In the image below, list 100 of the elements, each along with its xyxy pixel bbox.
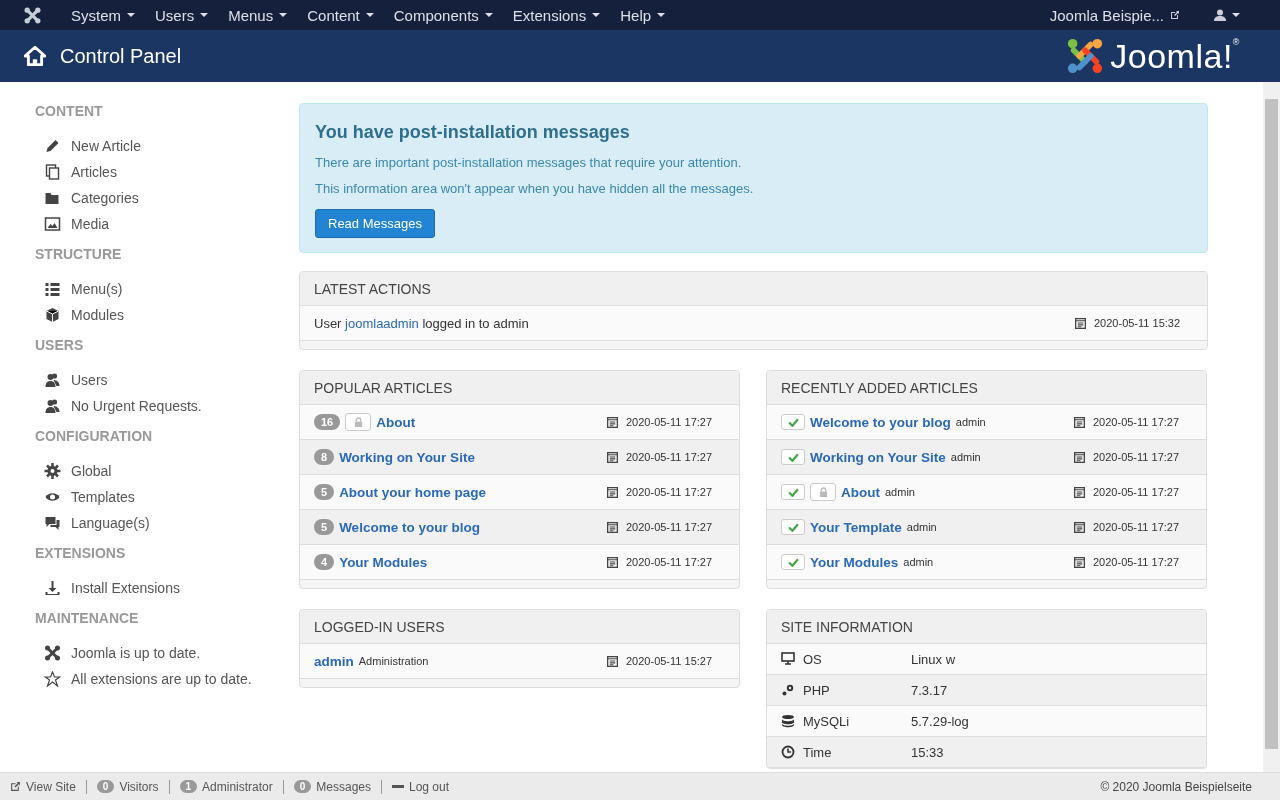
menu-item[interactable]: Components [383, 0, 503, 30]
sidebar-item[interactable]: New Article [35, 133, 299, 159]
cube-icon [44, 307, 61, 323]
sidebar-item[interactable]: Media [35, 211, 299, 237]
hits-badge: 4 [314, 554, 335, 570]
menu-item[interactable]: Users [145, 0, 219, 30]
sidebar-item[interactable]: Menu(s) [35, 276, 299, 302]
menu-item[interactable]: Extensions [502, 0, 611, 30]
copy-icon [44, 164, 61, 180]
panel-title: POPULAR ARTICLES [300, 371, 739, 405]
article-link[interactable]: Your Modules [339, 554, 428, 570]
read-messages-button[interactable]: Read Messages [315, 209, 435, 238]
publish-toggle[interactable] [781, 554, 805, 570]
panel-title: LOGGED-IN USERS [300, 610, 739, 644]
hits-badge: 16 [314, 414, 341, 430]
sidebar-item[interactable]: Categories [35, 185, 299, 211]
pencil-icon [44, 138, 61, 154]
info-label: MySQLi [803, 713, 850, 729]
gears-icon [781, 683, 795, 697]
view-site-link[interactable]: View Site [10, 779, 76, 794]
section-heading: EXTENSIONS [35, 545, 127, 563]
sidebar-item[interactable]: Language(s) [35, 510, 299, 536]
sidebar-item[interactable]: Joomla is up to date. [35, 640, 299, 666]
article-link[interactable]: About your home page [339, 484, 487, 500]
user-link[interactable]: joomlaadmin [345, 315, 419, 331]
article-link[interactable]: Working on Your Site [810, 449, 946, 465]
menu-item[interactable]: Menus [218, 0, 298, 30]
publish-toggle[interactable] [781, 519, 805, 535]
copyright-text: © 2020 Joomla Beispielseite [1100, 779, 1252, 794]
status-counter[interactable]: 0 Messages [293, 779, 371, 794]
caret-icon [484, 13, 493, 17]
caret-icon [127, 13, 135, 17]
menu-item[interactable]: Help [610, 0, 676, 30]
joomla-icon[interactable] [24, 6, 41, 24]
hits-badge: 8 [314, 449, 335, 465]
article-link[interactable]: About [841, 484, 880, 500]
minus-icon [392, 784, 404, 789]
info-value: 7.3.17 [911, 682, 948, 698]
sidebar-item[interactable]: No Urgent Requests. [35, 393, 299, 419]
sidebar-item[interactable]: All extensions are up to date. [35, 666, 299, 692]
sidebar-item[interactable]: Templates [35, 484, 299, 510]
external-link-icon [10, 781, 21, 792]
calendar-icon [1074, 451, 1085, 463]
calendar-icon [1074, 521, 1085, 533]
calendar-icon [607, 521, 618, 533]
author-label: admin [906, 521, 937, 533]
caret-icon [279, 13, 288, 17]
caret-icon [657, 13, 666, 17]
info-value: 5.7.29-log [911, 713, 969, 729]
gear-icon [44, 463, 61, 479]
date-text: 2020-05-11 17:27 [626, 486, 713, 498]
check-icon [787, 522, 799, 532]
date-text: 2020-05-11 17:27 [1093, 521, 1180, 533]
clock-icon [781, 745, 795, 759]
user-icon [1214, 9, 1226, 21]
user-link[interactable]: admin [314, 653, 354, 669]
date-text: 2020-05-11 17:27 [1093, 416, 1180, 428]
hits-badge: 5 [314, 519, 335, 535]
alert-text: There are important post-installation messages that require your attention. [315, 155, 743, 170]
sidebar-item[interactable]: Install Extensions [35, 575, 299, 601]
publish-toggle[interactable] [781, 484, 805, 500]
calendar-icon [607, 416, 618, 428]
publish-toggle[interactable] [781, 414, 805, 430]
article-link[interactable]: Working on Your Site [339, 449, 475, 465]
logo-text: Joomla!$^{®}$ [1110, 36, 1240, 76]
check-icon [787, 452, 799, 462]
author-label: admin [885, 486, 915, 498]
status-counter[interactable]: 0 Visitors [96, 779, 159, 794]
info-label: Time [803, 744, 832, 760]
calendar-icon [607, 655, 618, 667]
calendar-icon [607, 486, 618, 498]
logo-icon [1066, 37, 1105, 75]
sidebar-item[interactable]: Articles [35, 159, 299, 185]
status-counter[interactable]: 1 Administrator [179, 779, 273, 794]
home-icon [24, 46, 46, 66]
article-link[interactable]: Welcome to your blog [339, 519, 480, 535]
calendar-icon [1074, 486, 1085, 498]
article-link[interactable]: Your Modules [810, 554, 899, 570]
calendar-icon [607, 556, 618, 568]
sidebar-item[interactable]: Global [35, 458, 299, 484]
article-link[interactable]: Your Template [810, 519, 902, 535]
logout-link[interactable]: Log out [392, 779, 450, 794]
lock-icon [353, 416, 363, 428]
external-link-icon [1170, 10, 1180, 20]
date-text: 2020-05-11 17:27 [626, 521, 713, 533]
sidebar-item[interactable]: Modules [35, 302, 299, 328]
site-link[interactable]: Joomla Beispie... [1039, 0, 1190, 30]
publish-toggle[interactable] [781, 449, 805, 465]
author-label: admin [903, 556, 934, 568]
scrollbar[interactable] [1263, 82, 1280, 772]
article-link[interactable]: Welcome to your blog [810, 414, 951, 430]
menu-item[interactable]: Content [297, 0, 384, 30]
menu-item[interactable]: System [61, 0, 145, 30]
panel-title: LATEST ACTIONS [300, 272, 1207, 306]
author-label: admin [955, 416, 986, 428]
article-link[interactable]: About [376, 414, 416, 430]
star-icon [44, 671, 61, 687]
alert-text: This information area won't appear when you have hidden all the messages. [315, 181, 755, 196]
sidebar-item[interactable]: Users [35, 367, 299, 393]
section-heading: USERS [35, 337, 85, 355]
